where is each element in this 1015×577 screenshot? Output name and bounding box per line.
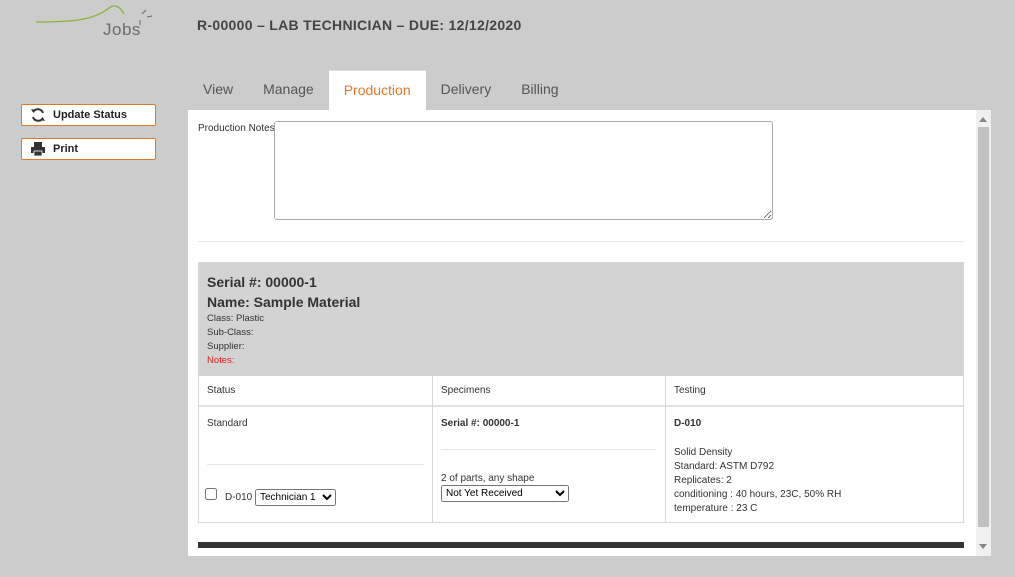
sample-name: Name: Sample Material (207, 294, 361, 310)
scroll-down-icon[interactable] (979, 544, 987, 549)
receipt-status-select[interactable]: Not Yet Received (441, 485, 569, 502)
jobs-logo (34, 4, 164, 44)
section-separator-bar (198, 542, 964, 548)
tab-view[interactable]: View (188, 70, 248, 110)
specimens-divider (441, 449, 656, 450)
test-name: Solid Density (674, 447, 733, 458)
tab-production[interactable]: Production (328, 70, 426, 110)
status-column: Status Standard D-010 Technician 1 (199, 376, 433, 522)
test-details: Solid Density Standard: ASTM D792 Replic… (674, 446, 841, 516)
scrollbar-thumb[interactable] (978, 127, 989, 527)
status-divider (207, 464, 424, 465)
sample-supplier: Supplier: (207, 341, 245, 352)
sample-columns: Status Standard D-010 Technician 1 Speci… (199, 376, 963, 522)
divider (198, 241, 964, 242)
sample-header: Serial #: 00000-1 Name: Sample Material … (199, 263, 963, 376)
sample-subclass: Sub-Class: (207, 327, 254, 338)
logo-text: Jobs (103, 20, 141, 39)
specimen-serial: Serial #: 00000-1 (441, 418, 520, 429)
update-status-button[interactable]: Update Status (21, 104, 156, 126)
tab-bar: View Manage Production Delivery Billing (188, 70, 574, 110)
logo-swoosh-icon (35, 5, 153, 25)
status-header: Status (199, 376, 432, 407)
sample-class: Class: Plastic (207, 313, 265, 324)
print-button[interactable]: Print (21, 138, 156, 160)
tab-manage[interactable]: Manage (248, 70, 329, 110)
update-status-label: Update Status (53, 109, 127, 121)
test-standard: Standard: ASTM D792 (674, 461, 775, 472)
test-checkbox[interactable] (205, 488, 217, 500)
test-code-label: D-010 (225, 492, 253, 503)
specimens-header: Specimens (433, 376, 665, 407)
technician-select[interactable]: Technician 1 (255, 489, 336, 506)
production-panel: Production Notes Serial #: 00000-1 Name:… (188, 110, 991, 556)
status-value: Standard (207, 418, 248, 429)
production-notes-label: Production Notes (198, 123, 275, 134)
production-notes-textarea[interactable] (274, 121, 773, 220)
page-title: R-00000 – LAB TECHNICIAN – DUE: 12/12/20… (197, 17, 522, 33)
sample-serial: Serial #: 00000-1 (207, 274, 317, 290)
testing-column: Testing D-010 Solid Density Standard: AS… (666, 376, 963, 522)
testing-body: D-010 Solid Density Standard: ASTM D792 … (666, 407, 963, 522)
tab-delivery[interactable]: Delivery (426, 70, 507, 110)
testing-header: Testing (666, 376, 963, 407)
specimens-column: Specimens Serial #: 00000-1 2 of parts, … (433, 376, 666, 522)
test-replicates: Replicates: 2 (674, 475, 732, 486)
refresh-icon (29, 106, 47, 124)
vertical-scrollbar[interactable] (976, 110, 991, 556)
print-label: Print (53, 143, 79, 155)
test-code: D-010 (674, 418, 702, 429)
test-temperature: temperature : 23 C (674, 503, 758, 514)
printer-icon (29, 140, 47, 158)
sample-card: Serial #: 00000-1 Name: Sample Material … (198, 262, 964, 523)
tab-billing[interactable]: Billing (506, 70, 573, 110)
specimens-body: Serial #: 00000-1 2 of parts, any shape … (433, 407, 665, 522)
specimen-description: 2 of parts, any shape (441, 473, 535, 484)
status-body: Standard D-010 Technician 1 (199, 407, 432, 522)
scroll-up-icon[interactable] (979, 117, 987, 122)
sample-notes: Notes: (207, 355, 235, 366)
test-conditioning: conditioning : 40 hours, 23C, 50% RH (674, 489, 842, 500)
